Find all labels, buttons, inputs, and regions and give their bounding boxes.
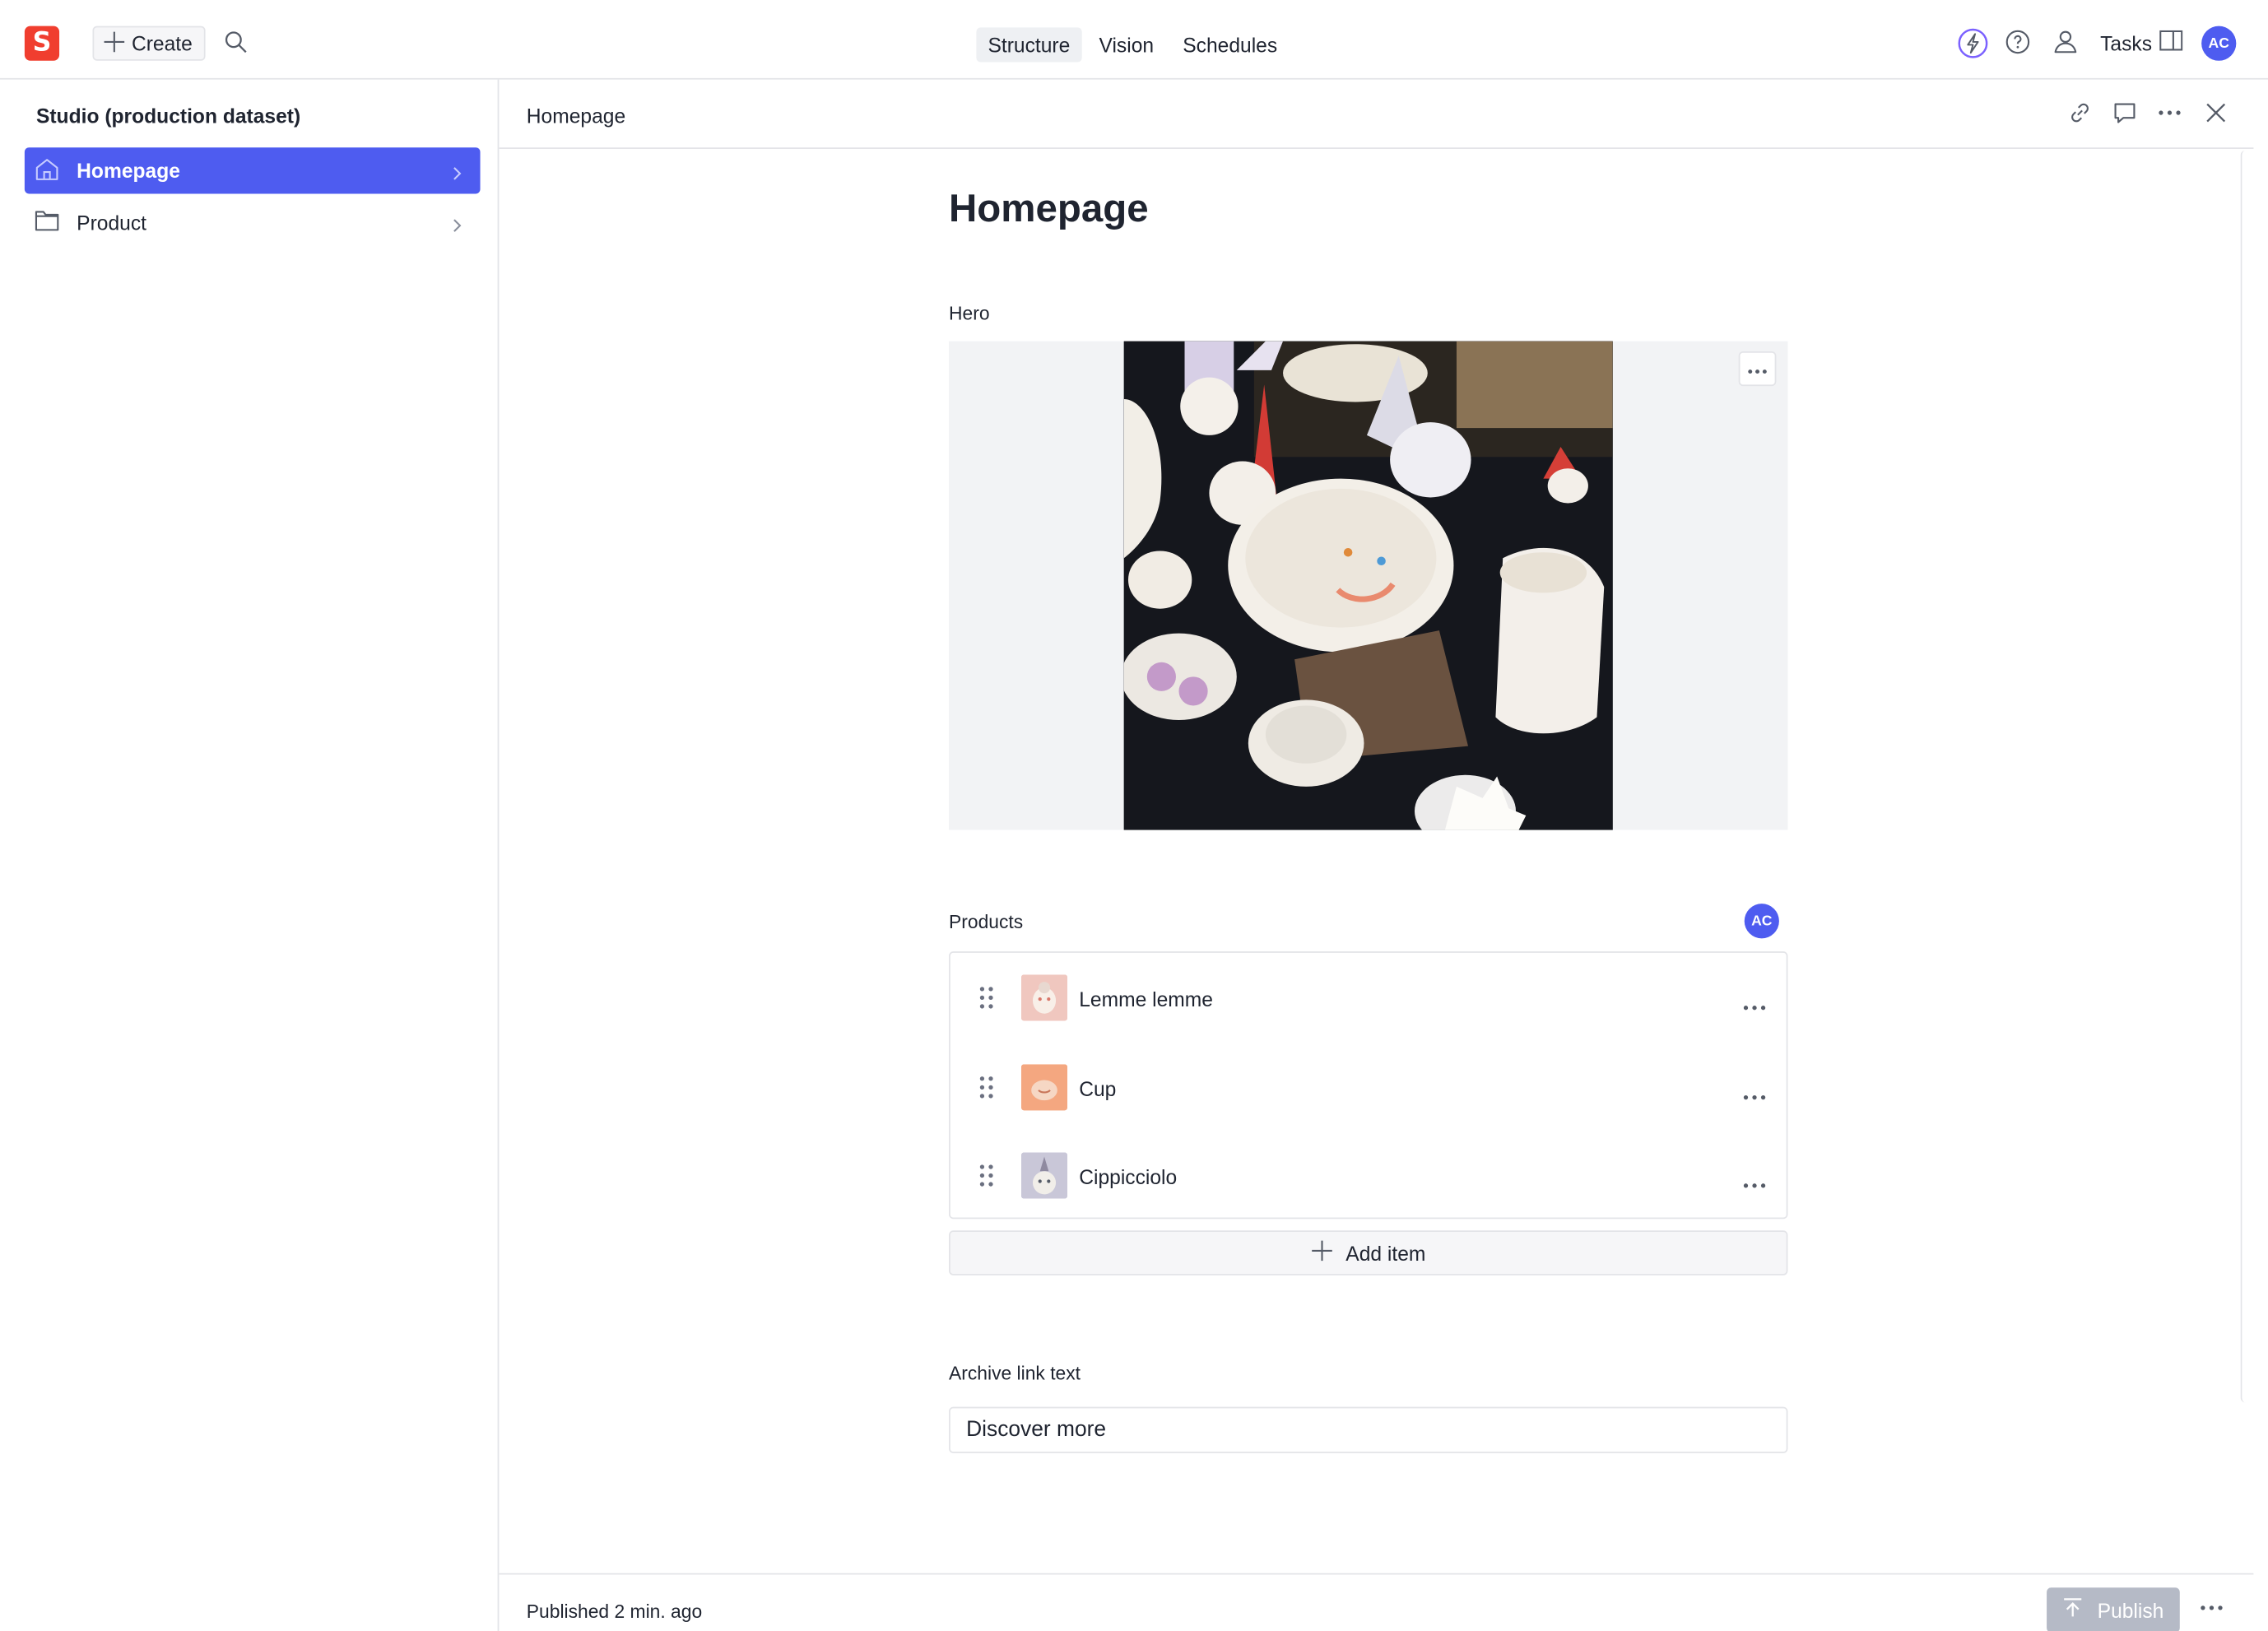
more-icon[interactable]	[1743, 1081, 1766, 1108]
tasks-button[interactable]: Tasks	[2100, 32, 2152, 55]
hero-menu-button[interactable]	[1738, 351, 1777, 387]
publish-status: Published 2 min. ago	[526, 1601, 703, 1623]
product-thumbnail	[1020, 974, 1068, 1021]
folder-icon	[35, 210, 59, 236]
presence-avatar: AC	[1744, 904, 1779, 939]
publish-label: Publish	[2097, 1598, 2164, 1622]
plus-icon	[103, 30, 126, 57]
more-icon[interactable]	[2157, 100, 2183, 126]
more-icon[interactable]	[1743, 992, 1766, 1018]
create-label: Create	[131, 31, 193, 55]
drag-handle-icon[interactable]	[979, 1164, 994, 1194]
document-header-title: Homepage	[526, 104, 626, 128]
publish-button[interactable]: Publish	[2047, 1587, 2180, 1631]
tab-structure[interactable]: Structure	[976, 27, 1082, 63]
sidebar-item-product[interactable]: Product	[25, 199, 481, 245]
document-header: Homepage	[499, 80, 2254, 149]
drag-handle-icon[interactable]	[979, 986, 994, 1016]
studio-logo[interactable]: S	[24, 26, 60, 61]
sidebar-item-homepage[interactable]: Homepage	[24, 147, 481, 194]
top-bar: S Create Structure Vision Schedules Task…	[0, 0, 2268, 80]
structure-pane: Studio (production dataset) Homepage Pro…	[0, 79, 500, 1631]
sidebar-item-label: Homepage	[77, 159, 180, 183]
more-icon	[1747, 355, 1768, 382]
help-icon[interactable]	[2005, 29, 2031, 55]
close-icon[interactable]	[2203, 100, 2229, 126]
list-item[interactable]: Cippicciolo	[950, 1146, 1787, 1204]
hero-image[interactable]	[1123, 341, 1613, 830]
add-item-button[interactable]: Add item	[949, 1230, 1788, 1276]
split-pane-icon[interactable]	[2158, 29, 2184, 52]
product-name: Cippicciolo	[1079, 1165, 1178, 1189]
archive-link-input[interactable]: Discover more	[949, 1406, 1788, 1453]
hero-field-label: Hero	[949, 302, 990, 324]
chevron-right-icon	[451, 162, 462, 185]
document-scrollbar[interactable]	[2240, 150, 2251, 1403]
archive-link-field-label: Archive link text	[949, 1362, 1081, 1384]
document-title: Homepage	[949, 186, 1149, 230]
tab-schedules[interactable]: Schedules	[1171, 27, 1289, 62]
publish-icon	[2062, 1598, 2083, 1623]
link-icon[interactable]	[2067, 100, 2094, 126]
document-pane: Homepage Homepage Hero Products AC Lemme…	[499, 80, 2254, 1631]
search-icon[interactable]	[223, 29, 249, 55]
list-item[interactable]: Lemme lemme	[950, 969, 1787, 1026]
product-thumbnail	[1020, 1152, 1068, 1199]
pane-title: Studio (production dataset)	[35, 104, 301, 128]
drag-handle-icon[interactable]	[979, 1076, 994, 1106]
sidebar-item-label: Product	[77, 211, 146, 235]
chevron-right-icon	[451, 214, 462, 237]
comment-icon[interactable]	[2112, 100, 2138, 126]
more-icon[interactable]	[2199, 1604, 2225, 1613]
hero-image-field[interactable]	[949, 341, 1788, 830]
products-field-label: Products	[949, 910, 1024, 933]
home-icon	[35, 157, 59, 184]
tab-vision[interactable]: Vision	[1087, 27, 1165, 62]
user-avatar[interactable]: AC	[2201, 26, 2237, 61]
lightning-icon[interactable]	[1957, 27, 1989, 59]
main-nav-tabs: Structure Vision Schedules	[976, 27, 1289, 63]
product-thumbnail	[1020, 1064, 1068, 1111]
products-array: Lemme lemme Cup Cippicciolo	[949, 951, 1788, 1220]
create-button[interactable]: Create	[92, 26, 206, 61]
add-item-label: Add item	[1345, 1241, 1426, 1265]
product-name: Lemme lemme	[1079, 987, 1213, 1011]
list-item[interactable]: Cup	[950, 1058, 1787, 1116]
product-name: Cup	[1079, 1077, 1117, 1101]
studio-app: S Create Structure Vision Schedules Task…	[0, 0, 2268, 1631]
users-icon[interactable]	[2051, 27, 2080, 56]
more-icon[interactable]	[1743, 1169, 1766, 1196]
document-footer: Published 2 min. ago Publish	[499, 1573, 2254, 1631]
plus-icon	[1311, 1239, 1334, 1266]
